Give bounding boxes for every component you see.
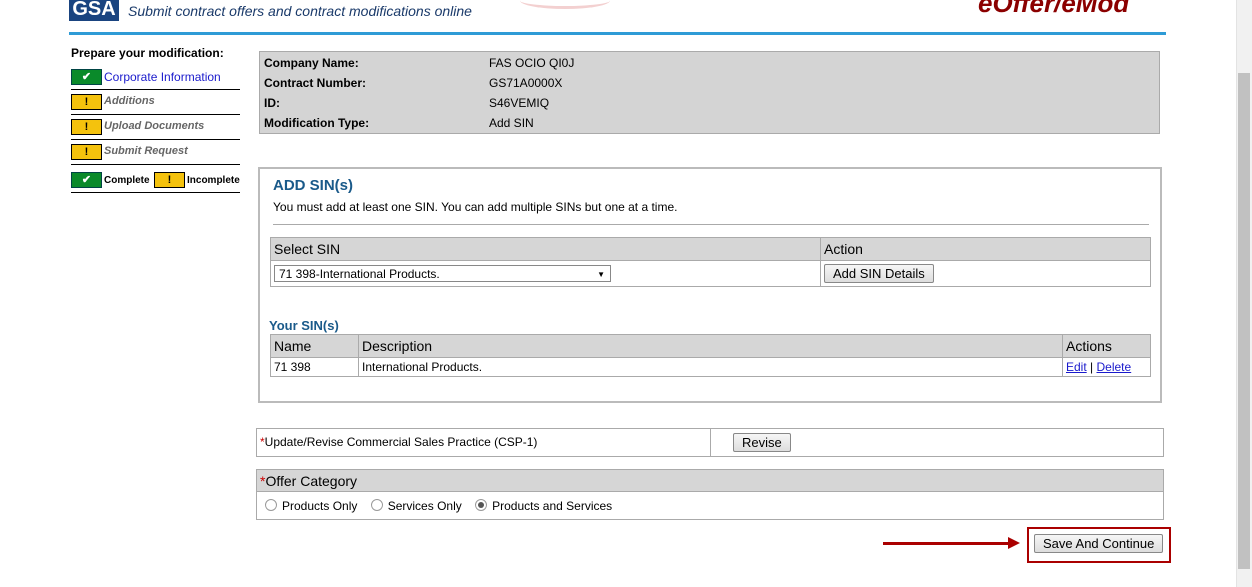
contract-number-label: Contract Number: — [264, 76, 367, 90]
check-icon: ✔ — [71, 69, 102, 85]
warning-icon: ! — [71, 94, 102, 110]
radio-services-only[interactable] — [370, 499, 383, 511]
save-and-continue-button[interactable]: Save And Continue — [1034, 534, 1164, 553]
warning-icon: ! — [71, 119, 102, 135]
your-sins-title: Your SIN(s) — [269, 318, 339, 333]
select-sin-header: Select SIN — [270, 237, 821, 261]
offer-category-label: Offer Category — [265, 473, 358, 489]
sidebar-item-additions[interactable]: ! Additions — [71, 90, 240, 115]
modification-type-value: Add SIN — [489, 116, 534, 130]
sin-name-cell: 71 398 — [270, 357, 359, 377]
gsa-logo: GSA — [69, 0, 119, 21]
option-products-and-services-label[interactable]: Products and Services — [492, 499, 612, 513]
action-header: Action — [820, 237, 1151, 261]
arrow-annotation-line — [883, 542, 1013, 545]
action-cell: Add SIN Details — [820, 260, 1151, 287]
csp-label: *Update/Revise Commercial Sales Practice… — [260, 435, 537, 449]
sidebar-item-label[interactable]: Corporate Information — [104, 70, 221, 84]
sin-actions-cell: Edit | Delete — [1062, 357, 1151, 377]
revise-button[interactable]: Revise — [733, 433, 791, 452]
csp-row: *Update/Revise Commercial Sales Practice… — [256, 428, 1164, 457]
sidebar-item-submit-request[interactable]: ! Submit Request — [71, 140, 240, 165]
legend-complete-label: Complete — [104, 175, 150, 186]
scrollbar-thumb[interactable] — [1238, 73, 1250, 569]
action-separator: | — [1090, 360, 1094, 374]
actions-header: Actions — [1062, 334, 1151, 358]
your-sins-table: Name Description Actions 71 398 Internat… — [270, 334, 1151, 377]
offer-category-options: Products Only Services Only Products and… — [265, 499, 612, 513]
id-value: S46VEMIQ — [489, 96, 550, 110]
header-tagline: Submit contract offers and contract modi… — [128, 3, 472, 19]
option-services-only-label[interactable]: Services Only — [388, 499, 462, 513]
brand-title: eOffer/eMod — [978, 0, 1130, 18]
table-row: 71 398 International Products. Edit | De… — [270, 357, 1151, 377]
sidebar-title: Prepare your modification: — [71, 46, 224, 60]
delete-link[interactable]: Delete — [1097, 360, 1132, 374]
sidebar-item-label[interactable]: Upload Documents — [104, 120, 204, 132]
company-name-value: FAS OCIO QI0J — [489, 56, 575, 70]
radio-products-only[interactable] — [265, 499, 277, 511]
radio-products-and-services[interactable] — [475, 499, 488, 511]
option-products-only-label[interactable]: Products Only — [282, 499, 357, 513]
sidebar-item-label[interactable]: Submit Request — [104, 145, 188, 157]
contract-number-value: GS71A0000X — [489, 76, 563, 90]
id-label: ID: — [264, 96, 280, 110]
add-sin-details-button[interactable]: Add SIN Details — [824, 264, 934, 283]
contract-info-box: Company Name: FAS OCIO QI0J Contract Num… — [259, 51, 1160, 134]
offer-category-section: *Offer Category Products Only Services O… — [256, 469, 1164, 520]
sin-select-value: 71 398-International Products. — [279, 267, 440, 281]
csp-divider — [710, 429, 711, 456]
sidebar-item-corporate-information[interactable]: ✔ Corporate Information — [71, 65, 240, 90]
modification-type-label: Modification Type: — [264, 116, 370, 130]
sin-select[interactable]: 71 398-International Products. ▼ — [274, 265, 611, 282]
brand-swoosh-decoration — [520, 0, 610, 9]
edit-link[interactable]: Edit — [1066, 360, 1087, 374]
legend-incomplete-label: Incomplete — [187, 175, 240, 186]
company-name-label: Company Name: — [264, 56, 359, 70]
description-header: Description — [358, 334, 1063, 358]
warning-icon: ! — [154, 172, 185, 188]
sidebar-legend: ✔ Complete ! Incomplete — [71, 167, 240, 193]
add-sin-description: You must add at least one SIN. You can a… — [273, 200, 678, 214]
sin-description-cell: International Products. — [358, 357, 1063, 377]
select-sin-cell: 71 398-International Products. ▼ — [270, 260, 821, 287]
chevron-down-icon: ▼ — [597, 270, 605, 279]
check-icon: ✔ — [71, 172, 102, 188]
arrow-annotation-icon — [1008, 537, 1020, 549]
name-header: Name — [270, 334, 359, 358]
select-sin-table: Select SIN Action 71 398-International P… — [270, 237, 1151, 287]
header-divider — [69, 32, 1166, 35]
offer-category-header: *Offer Category — [257, 470, 1163, 492]
add-sin-title: ADD SIN(s) — [273, 177, 354, 194]
sidebar-item-label[interactable]: Additions — [104, 95, 155, 107]
csp-label-text: Update/Revise Commercial Sales Practice … — [264, 435, 538, 449]
save-button-highlight: Save And Continue — [1027, 527, 1171, 563]
add-sin-panel: ADD SIN(s) You must add at least one SIN… — [258, 167, 1162, 403]
panel-divider — [273, 224, 1149, 225]
sidebar-item-upload-documents[interactable]: ! Upload Documents — [71, 115, 240, 140]
warning-icon: ! — [71, 144, 102, 160]
